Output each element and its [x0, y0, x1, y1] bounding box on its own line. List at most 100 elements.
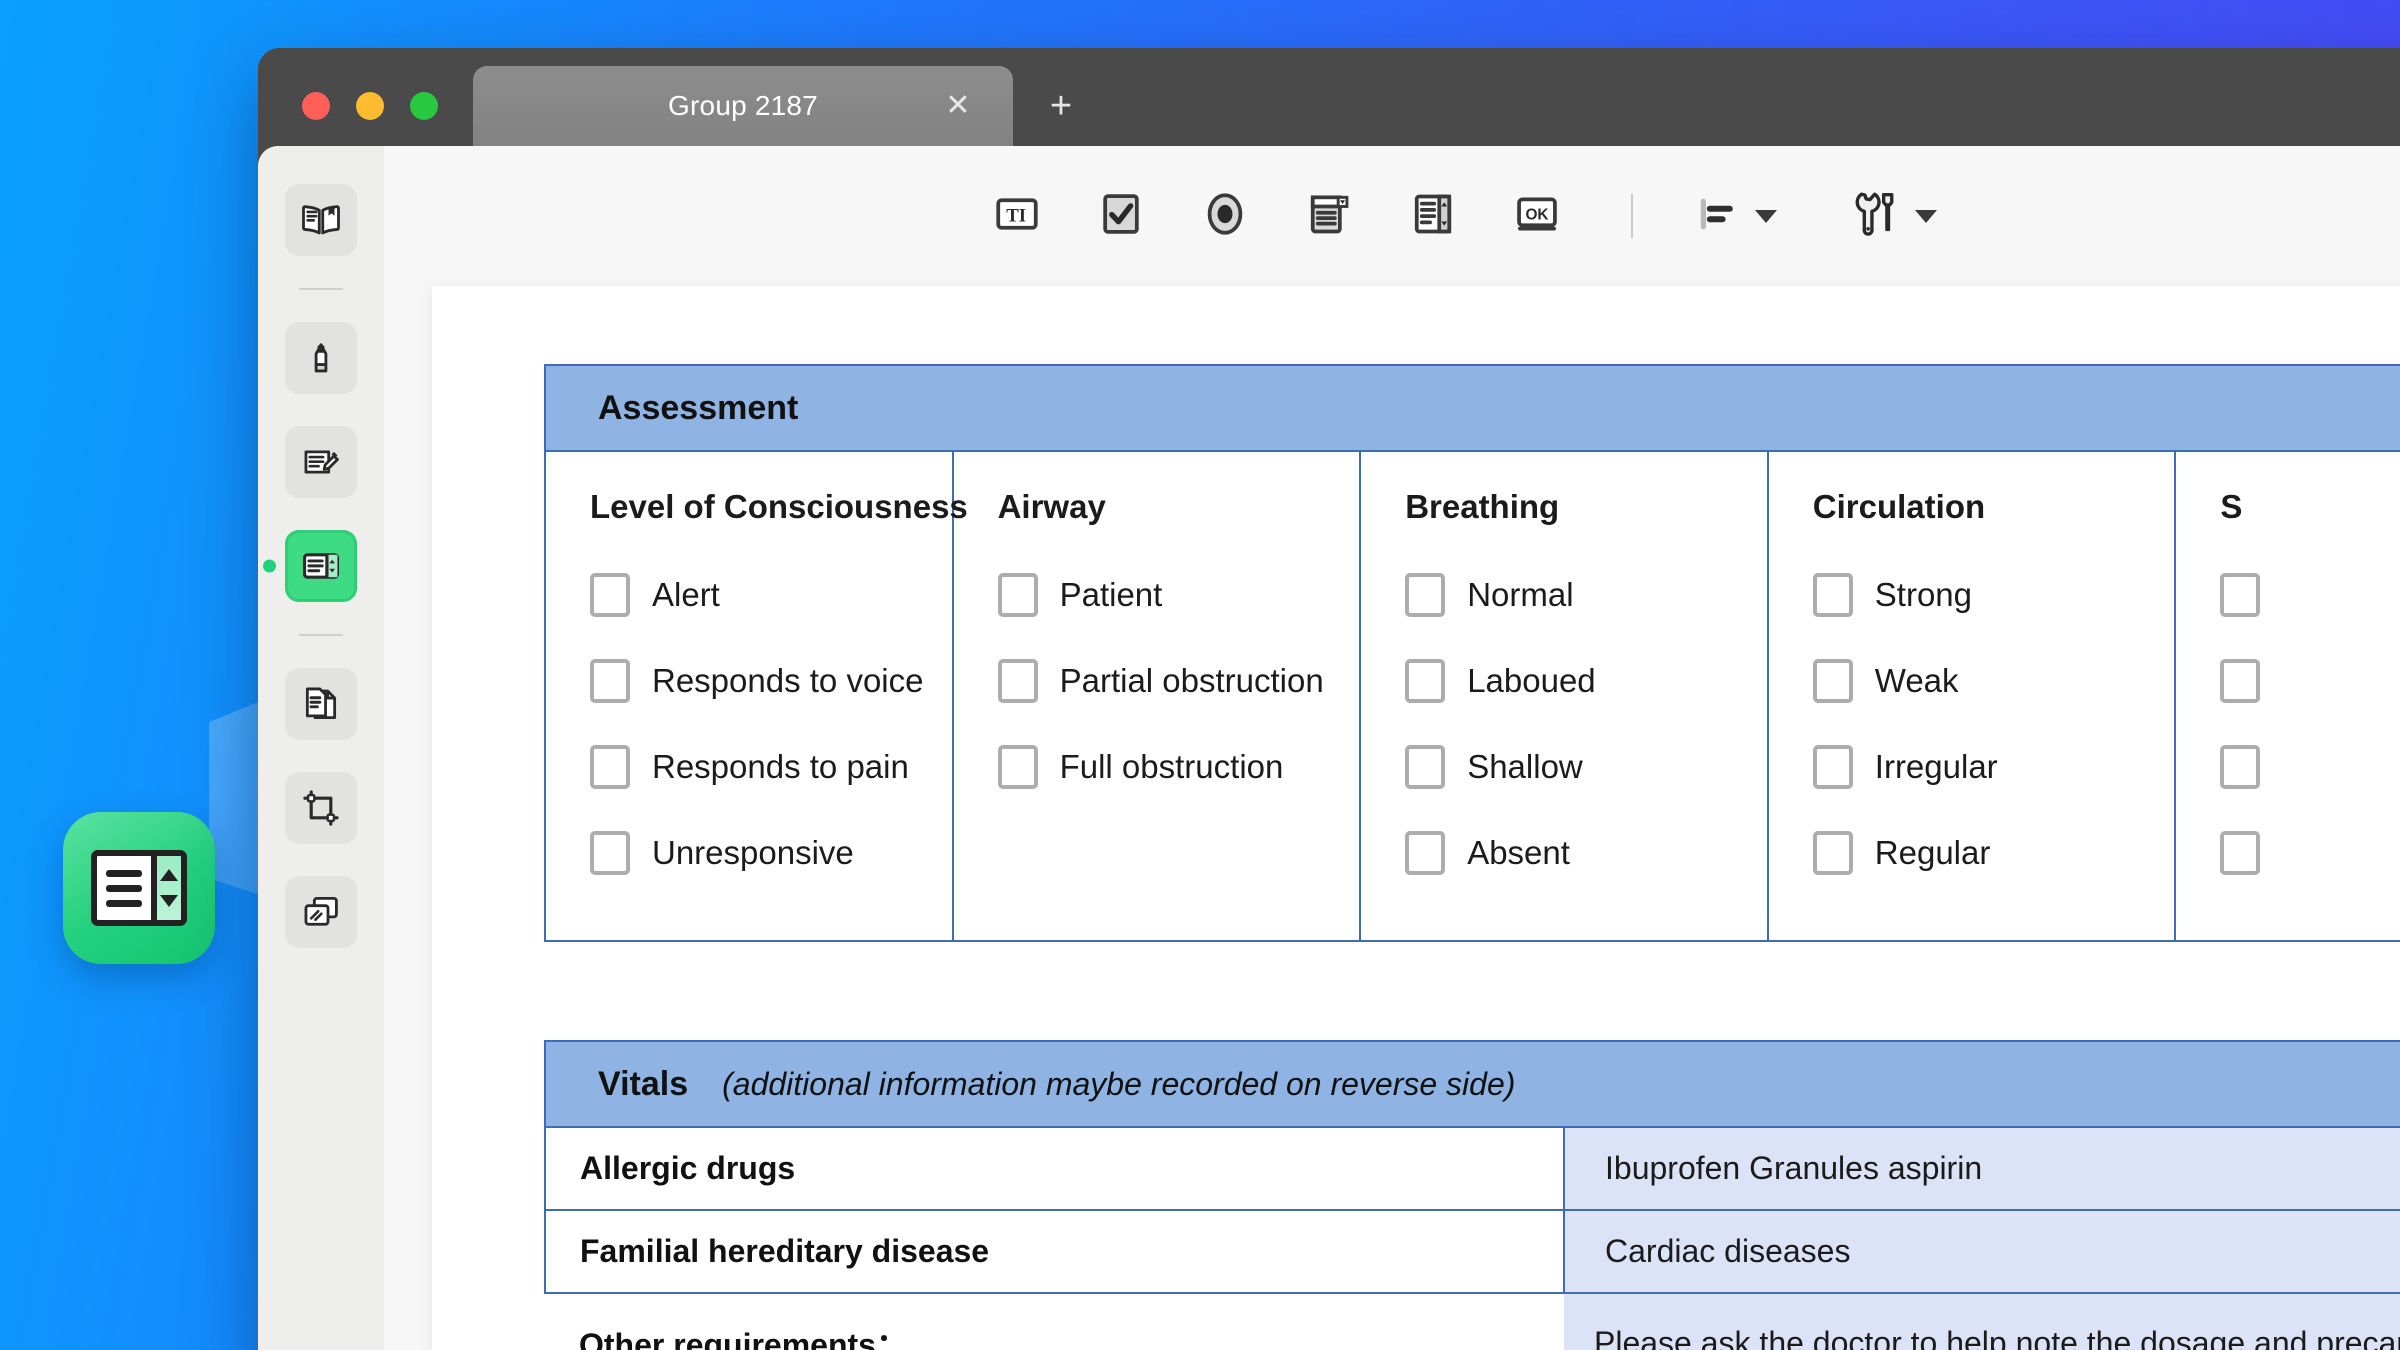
other-requirements-value[interactable]: Please ask the doctor to help note the d…: [1564, 1293, 2400, 1350]
checkbox-icon: [1096, 189, 1146, 244]
plus-icon[interactable]: +: [1013, 66, 1109, 146]
checkbox-row[interactable]: Shallow: [1405, 724, 1767, 810]
main-area: TI OK Assessment Level of Consciousness …: [384, 146, 2400, 1350]
checkbox-row[interactable]: Irregular: [1812, 724, 2175, 810]
vitals-subtitle: (additional information maybe recorded o…: [722, 1065, 1516, 1102]
checkbox-row[interactable]: [2220, 724, 2400, 810]
traffic-light-controls[interactable]: [302, 92, 438, 120]
checkbox-label: Strong: [1874, 576, 1973, 613]
radio-button-icon: [1200, 189, 1250, 244]
sidebar-item-reader[interactable]: [285, 184, 357, 256]
checkbox-icon[interactable]: [590, 745, 630, 789]
checkbox-row[interactable]: Regular: [1812, 810, 2175, 896]
checkbox-label: Normal: [1467, 576, 1574, 613]
checkbox-icon[interactable]: [1812, 659, 1853, 703]
combo-box-icon: [1304, 189, 1354, 244]
sidebar-divider: [299, 634, 343, 636]
chevron-down-icon[interactable]: [1755, 209, 1777, 223]
document-page[interactable]: Assessment Level of Consciousness Alert: [432, 286, 2400, 1350]
combo-box-tool[interactable]: [1297, 184, 1361, 248]
checkbox-row[interactable]: Weak: [1812, 638, 2175, 724]
checkbox-label: Responds to pain: [652, 748, 909, 785]
checkbox-label: Irregular: [1874, 748, 1998, 785]
vitals-row-value[interactable]: Ibuprofen Granules aspirin: [1563, 1126, 2400, 1211]
form-toolbar: TI OK: [384, 146, 2400, 286]
close-icon[interactable]: ✕: [941, 89, 975, 123]
checkbox-row[interactable]: Strong: [1812, 552, 2175, 638]
checkbox-label: Shallow: [1467, 748, 1583, 785]
checkbox-label: Alert: [652, 576, 720, 613]
push-button-tool[interactable]: OK: [1505, 184, 1569, 248]
checkbox-icon[interactable]: [590, 831, 630, 875]
checkbox-row[interactable]: Full obstruction: [997, 724, 1360, 810]
checkbox-row[interactable]: Unresponsive: [590, 810, 952, 896]
checkbox-row[interactable]: [2220, 638, 2400, 724]
active-indicator-dot: [263, 559, 276, 573]
checkbox-icon[interactable]: [1812, 745, 1853, 789]
checkbox-icon[interactable]: [2220, 831, 2261, 875]
chevron-down-icon[interactable]: [1915, 209, 1937, 223]
checkbox-icon[interactable]: [2220, 573, 2261, 617]
radio-button-tool[interactable]: [1193, 184, 1257, 248]
sidebar-item-crop[interactable]: [285, 772, 357, 844]
vitals-row-value[interactable]: Cardiac diseases: [1563, 1209, 2400, 1294]
checkbox-row[interactable]: Partial obstruction: [997, 638, 1360, 724]
checkbox-tool[interactable]: [1089, 184, 1153, 248]
vitals-row-label: Familial hereditary disease: [544, 1209, 1565, 1294]
checkbox-icon[interactable]: [997, 659, 1038, 703]
checkbox-icon[interactable]: [1405, 745, 1446, 789]
checkbox-row[interactable]: Patient: [997, 552, 1360, 638]
checkbox-icon[interactable]: [997, 745, 1038, 789]
sidebar-item-redact[interactable]: [285, 876, 357, 948]
checkbox-label: Responds to voice: [652, 662, 924, 699]
checkbox-icon[interactable]: [1812, 831, 1853, 875]
checkbox-row[interactable]: [2220, 552, 2400, 638]
assessment-column-breathing: Breathing Normal Laboued Shallow Absent: [1359, 450, 1769, 942]
tab-group-2187[interactable]: Group 2187 ✕: [473, 66, 1013, 146]
magnified-form-tool-badge: [63, 812, 215, 964]
left-sidebar: [258, 146, 384, 1350]
minimize-window-button[interactable]: [356, 92, 384, 120]
checkbox-row[interactable]: [2220, 810, 2400, 896]
checkbox-icon[interactable]: [1405, 573, 1446, 617]
other-requirements-label: Other requirements：: [545, 1293, 1564, 1350]
checkbox-row[interactable]: Responds to pain: [590, 724, 952, 810]
vitals-table: Vitals (additional information maybe reco…: [544, 1040, 2400, 1350]
column-title: Level of Consciousness: [590, 488, 968, 525]
checkbox-icon[interactable]: [2220, 745, 2261, 789]
sidebar-item-annotate[interactable]: [285, 426, 357, 498]
svg-text:OK: OK: [1525, 206, 1548, 223]
checkbox-label: Absent: [1467, 834, 1570, 871]
assessment-column-loc: Level of Consciousness Alert Responds to…: [544, 450, 968, 942]
checkbox-row[interactable]: Laboued: [1405, 638, 1767, 724]
align-tool[interactable]: [1695, 190, 1777, 243]
list-box-tool[interactable]: [1401, 184, 1465, 248]
checkbox-label: Laboued: [1467, 662, 1596, 699]
maximize-window-button[interactable]: [410, 92, 438, 120]
sidebar-item-extract-pages[interactable]: [285, 668, 357, 740]
form-tools-menu[interactable]: [1849, 187, 1937, 246]
list-box-icon: [91, 850, 187, 926]
sidebar-item-form[interactable]: [263, 530, 357, 602]
checkbox-icon[interactable]: [1405, 659, 1446, 703]
checkbox-row[interactable]: Normal: [1405, 552, 1767, 638]
align-icon: [1695, 190, 1743, 243]
checkbox-icon[interactable]: [2220, 659, 2261, 703]
form-tools-icon: [1849, 187, 1903, 246]
checkbox-icon[interactable]: [1405, 831, 1446, 875]
desktop-background: Group 2187 ✕ + TI OK Assessment Level of…: [0, 0, 2400, 1350]
checkbox-row[interactable]: Absent: [1405, 810, 1767, 896]
text-field-tool[interactable]: TI: [985, 184, 1049, 248]
sidebar-item-highlight[interactable]: [285, 322, 357, 394]
checkbox-row[interactable]: Alert: [590, 552, 952, 638]
close-window-button[interactable]: [302, 92, 330, 120]
checkbox-icon[interactable]: [590, 573, 630, 617]
checkbox-label: Full obstruction: [1059, 748, 1284, 785]
checkbox-icon[interactable]: [997, 573, 1038, 617]
table-row: Familial hereditary disease Cardiac dise…: [544, 1209, 2400, 1294]
checkbox-icon[interactable]: [590, 659, 630, 703]
checkbox-icon[interactable]: [1812, 573, 1853, 617]
checkbox-row[interactable]: Responds to voice: [590, 638, 952, 724]
checkbox-label: Patient: [1059, 576, 1163, 613]
vitals-row-label: Allergic drugs: [544, 1126, 1565, 1211]
